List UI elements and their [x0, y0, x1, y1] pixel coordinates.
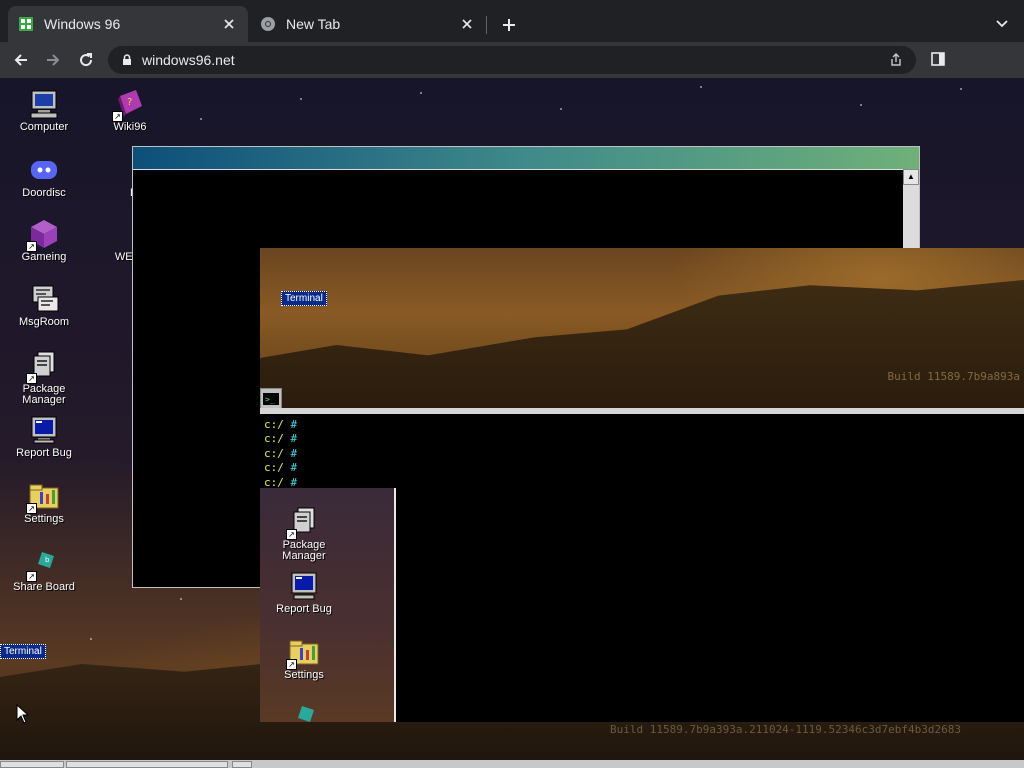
forward-button[interactable] — [42, 49, 64, 71]
settings-icon: ↗ — [26, 480, 60, 514]
desktop-icon-label: Wiki96 — [113, 121, 147, 133]
shortcut-arrow-icon: ↗ — [286, 659, 297, 670]
svg-text:?: ? — [127, 97, 132, 108]
desktop-icon-computer[interactable]: Computer — [8, 88, 80, 133]
monitor-icon — [288, 570, 320, 602]
terminal-window-front[interactable]: Terminal Build 11589.7b9a893a >_ c:/ # c… — [260, 248, 1024, 722]
glitch-desktop-panel: ↗ Package Manager Report Bug ↗ Settings — [260, 488, 396, 722]
wallpaper-hill — [260, 280, 1024, 410]
mouse-pointer-icon — [16, 703, 30, 729]
tab-new-tab[interactable]: New Tab — [250, 6, 486, 42]
desktop-icon-msgroom[interactable]: MsgRoom — [8, 283, 80, 328]
chevron-down-icon — [996, 20, 1008, 28]
panel-icon-label: Package Manager — [282, 539, 326, 562]
shareboard-icon: b ↗ — [26, 548, 60, 582]
desktop-icon-label: Settings — [24, 513, 64, 525]
monitor-icon — [28, 414, 60, 446]
browser-toolbar: windows96.net — [0, 42, 1024, 78]
taskbar[interactable] — [0, 760, 1024, 768]
browser-tabstrip: Windows 96 New Tab — [0, 0, 1024, 42]
desktop-icon-package-manager[interactable]: ↗ Package Manager — [8, 350, 80, 406]
taskbar-button[interactable] — [0, 761, 64, 768]
svg-text:>_: >_ — [265, 395, 275, 404]
panel-icon-report-bug[interactable]: Report Bug — [268, 570, 340, 615]
desktop-icon-doordisc[interactable]: Doordisc — [8, 154, 80, 199]
shortcut-arrow-icon: ↗ — [26, 571, 37, 582]
terminal-icon-label[interactable]: Terminal — [281, 291, 327, 306]
shareboard-icon — [288, 702, 320, 722]
arrow-left-icon — [14, 54, 27, 66]
plus-icon — [503, 19, 515, 31]
taskbar-button[interactable] — [232, 761, 252, 768]
terminal-line: c:/ # — [264, 446, 298, 460]
address-bar[interactable]: windows96.net — [108, 46, 916, 74]
share-icon[interactable] — [888, 52, 904, 68]
package-icon: ↗ — [286, 506, 320, 540]
reload-button[interactable] — [75, 49, 97, 71]
desktop-icon-label: Report Bug — [16, 447, 72, 459]
panel-icon-package-manager[interactable]: ↗ Package Manager — [268, 506, 340, 562]
desktop-icon-label: Share Board — [13, 581, 75, 593]
desktop-icon-label: Computer — [19, 121, 69, 133]
book-icon: ? ↗ — [112, 88, 146, 122]
desktop-icon-label: Doordisc — [22, 187, 66, 199]
desktop-icon-label: MsgRoom — [18, 316, 70, 328]
desktop-icon-gameing[interactable]: ↗ Gameing — [8, 218, 80, 263]
tab-separator — [486, 16, 487, 34]
lock-icon — [120, 53, 134, 67]
url-text: windows96.net — [142, 52, 235, 68]
reload-icon — [80, 53, 93, 67]
msgroom-icon — [28, 283, 60, 315]
desktop-terminal-label[interactable]: Terminal — [0, 644, 46, 659]
panel-icon-settings[interactable]: ↗ Settings — [268, 636, 340, 681]
build-label: Build 11589.7b9a893a — [887, 370, 1020, 383]
tab-title: New Tab — [286, 16, 341, 32]
desktop-icon-label: Gameing — [21, 251, 67, 263]
terminal-line: c:/ # — [264, 418, 298, 431]
desktop-icon-label: Package Manager — [22, 383, 66, 406]
terminal-output[interactable]: c:/ # c:/ # c:/ # c:/ # c:/ # — [264, 418, 297, 490]
tab-search-button[interactable] — [992, 14, 1012, 34]
shortcut-arrow-icon: ↗ — [26, 503, 37, 514]
tab-windows96[interactable]: Windows 96 — [8, 6, 248, 42]
taskbar-button[interactable] — [66, 761, 228, 768]
settings-icon: ↗ — [286, 636, 320, 670]
window-titlebar[interactable] — [133, 147, 919, 170]
chrome-icon — [260, 16, 276, 32]
windows96-favicon — [18, 16, 34, 32]
scroll-up-icon[interactable]: ▲ — [903, 169, 919, 185]
shortcut-arrow-icon: ↗ — [112, 111, 123, 122]
close-icon[interactable] — [458, 15, 476, 33]
back-button[interactable] — [10, 49, 32, 71]
panel-icon-share-board[interactable] — [268, 702, 340, 722]
side-panel-icon — [931, 52, 945, 66]
computer-icon — [28, 88, 60, 120]
shortcut-arrow-icon: ↗ — [286, 529, 297, 540]
terminal-line: c:/ # — [264, 432, 298, 446]
terminal-line: c:/ # — [264, 461, 298, 475]
window-status-strip — [260, 408, 1024, 414]
svg-text:b: b — [45, 556, 50, 564]
shortcut-arrow-icon: ↗ — [26, 373, 37, 384]
desktop-icon-wiki96[interactable]: ? ↗ Wiki96 — [94, 88, 166, 133]
tab-title: Windows 96 — [44, 16, 121, 32]
side-panel-button[interactable] — [928, 49, 948, 69]
desktop-icon-settings[interactable]: ↗ Settings — [8, 480, 80, 525]
desktop-icon-report-bug[interactable]: Report Bug — [8, 414, 80, 459]
close-icon[interactable] — [220, 15, 238, 33]
terminal-app-icon[interactable]: >_ — [260, 388, 282, 410]
build-watermark: Build 11589.7b9a393a.211024-1119.52346c3… — [610, 723, 961, 736]
panel-icon-label: Report Bug — [276, 603, 332, 615]
shortcut-arrow-icon: ↗ — [26, 241, 37, 252]
package-icon: ↗ — [26, 350, 60, 384]
glitch-wallpaper: Terminal Build 11589.7b9a893a — [260, 248, 1024, 410]
panel-icon-label: Settings — [284, 669, 324, 681]
arrow-right-icon — [47, 54, 60, 66]
new-tab-button[interactable] — [498, 14, 520, 36]
cube-icon: ↗ — [26, 218, 60, 252]
desktop-icon-share-board[interactable]: b ↗ Share Board — [8, 548, 80, 593]
discord-icon — [28, 154, 60, 186]
